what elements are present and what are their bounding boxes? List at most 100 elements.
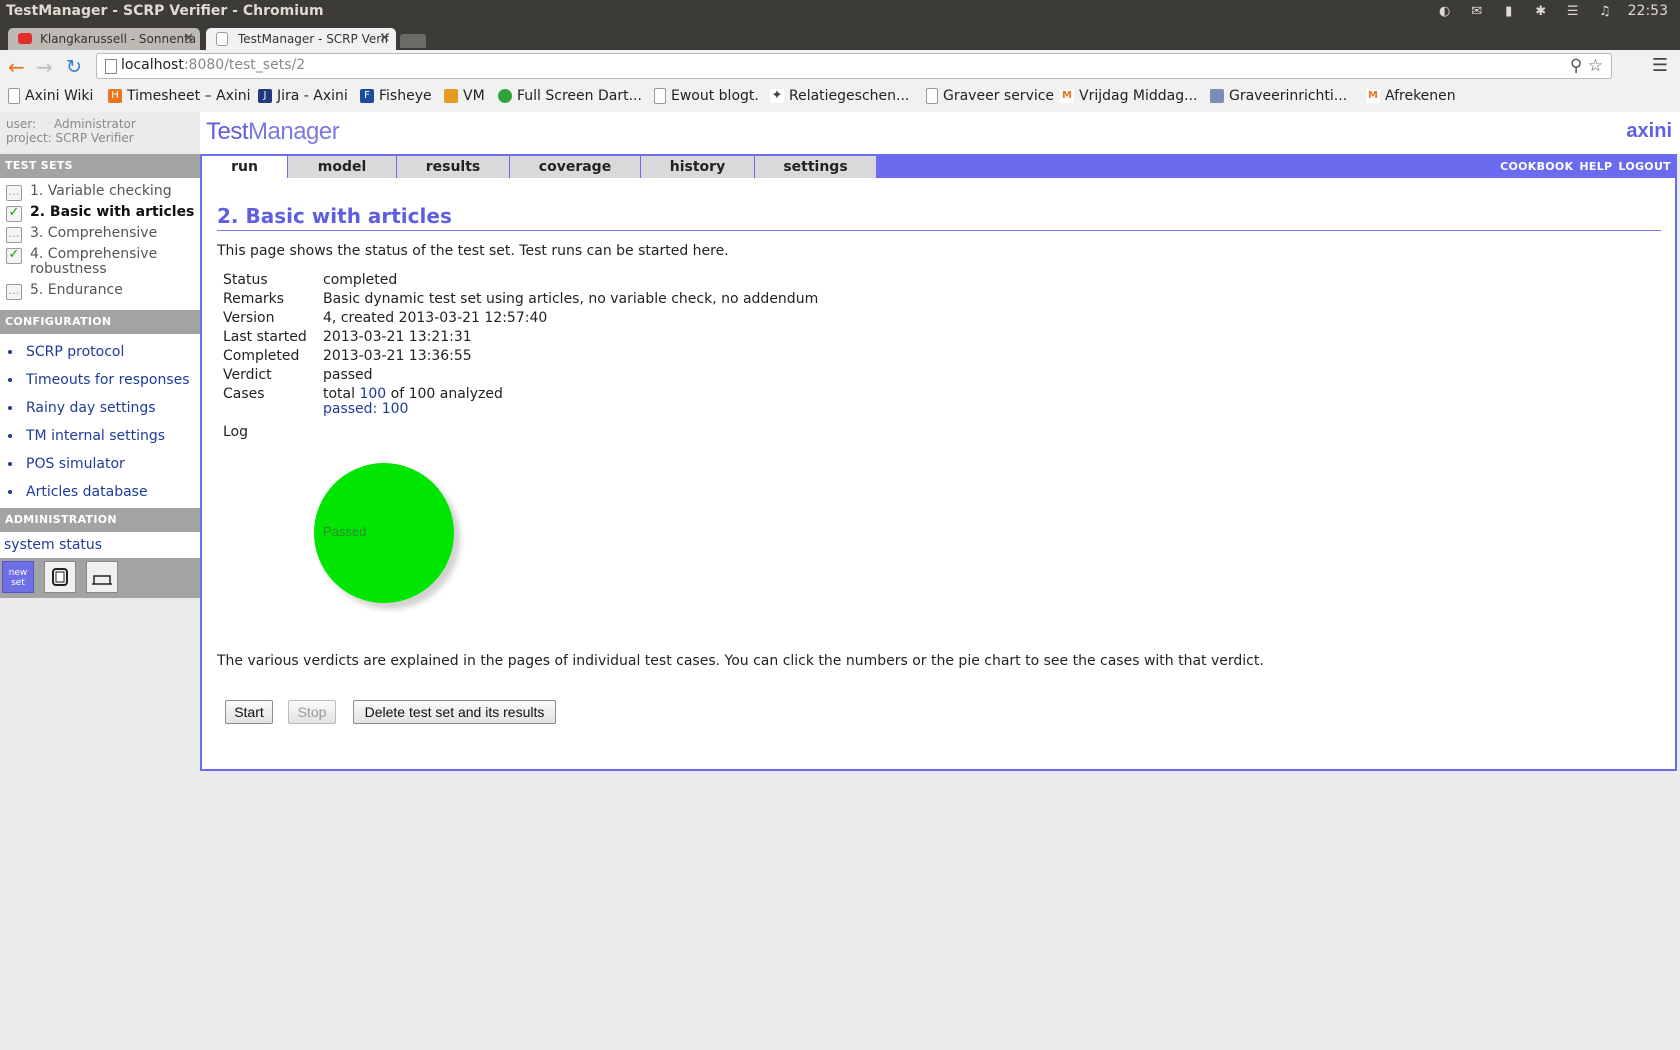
tab-run[interactable]: run <box>202 156 288 178</box>
tab-model[interactable]: model <box>288 156 397 178</box>
page-icon <box>654 88 666 104</box>
tab-title: TestManager - SCRP Verif <box>238 32 389 46</box>
config-link[interactable]: Articles database <box>0 478 200 506</box>
m-icon: M <box>1366 89 1380 103</box>
tray-icon <box>92 575 112 585</box>
help-link[interactable]: HELP <box>1579 160 1612 173</box>
bookmark-item[interactable]: VM <box>444 88 485 104</box>
page-icon <box>105 59 117 74</box>
verdict-note: The various verdicts are explained in th… <box>217 653 1264 669</box>
checkmark-icon: ✓ <box>6 206 22 222</box>
stop-button[interactable]: Stop <box>288 700 336 724</box>
tab-history[interactable]: history <box>641 156 755 178</box>
star-icon[interactable]: ☆ <box>1588 56 1603 76</box>
pending-icon: … <box>6 227 22 243</box>
wifi-icon[interactable]: ☰ <box>1564 4 1582 19</box>
bookmark-item[interactable]: Graveerinrichti... <box>1210 88 1347 104</box>
bookmark-item[interactable]: Axini Wiki <box>8 88 93 104</box>
sidebar-buttons: new set <box>0 558 200 598</box>
back-arrow-icon[interactable]: ← <box>8 55 25 79</box>
pending-icon: … <box>6 185 22 201</box>
test-sets-heading: TEST SETS <box>0 154 200 178</box>
bluetooth-icon[interactable]: ✱ <box>1532 4 1550 19</box>
bookmark-item[interactable]: ✦ Relatiegeschen... <box>770 88 909 104</box>
close-icon[interactable]: ✕ <box>183 28 194 50</box>
bookmark-item[interactable]: M Afrekenen <box>1366 88 1456 104</box>
reload-icon[interactable]: ↻ <box>66 55 82 79</box>
browser-tab-testmanager[interactable]: TestManager - SCRP Verif ✕ <box>206 28 396 50</box>
sync-icon[interactable]: ◐ <box>1436 4 1454 19</box>
url-text[interactable]: localhost:8080/test_sets/2 <box>121 57 305 73</box>
os-title-bar: TestManager - SCRP Verifier - Chromium ◐… <box>0 0 1680 25</box>
cases-passed-link[interactable]: passed: 100 <box>323 401 408 417</box>
browser-tab-youtube[interactable]: Klangkarussell - Sonnenta ✕ <box>8 28 200 50</box>
tab-results[interactable]: results <box>397 156 510 178</box>
battery-icon[interactable]: ▮ <box>1500 4 1518 19</box>
pie-slice-label: Passed <box>323 524 367 539</box>
jira-icon: J <box>258 89 272 103</box>
bookmark-item[interactable]: Full Screen Dart... <box>498 88 642 104</box>
close-icon[interactable]: ✕ <box>379 28 390 50</box>
user-info: user: Administrator project: SCRP Verifie… <box>6 117 136 145</box>
tab-settings[interactable]: settings <box>755 156 877 178</box>
page-title: 2. Basic with articles <box>217 182 1661 231</box>
verdict-pie-chart[interactable]: Passed <box>314 463 464 613</box>
bookmark-item[interactable]: Graveer service <box>926 88 1054 104</box>
logout-link[interactable]: LOGOUT <box>1618 160 1671 173</box>
pending-icon: … <box>6 284 22 300</box>
cases-total-link[interactable]: 100 <box>359 386 386 402</box>
forward-arrow-icon[interactable]: → <box>36 55 53 79</box>
cases-label: Cases <box>223 386 265 402</box>
bookmark-item[interactable]: J Jira - Axini <box>258 88 348 104</box>
mail-icon[interactable]: ✉ <box>1468 4 1486 19</box>
zoom-icon[interactable]: ⚲ <box>1570 56 1582 76</box>
test-set-item[interactable]: ✓ 2. Basic with articles <box>0 205 200 222</box>
bookmark-item[interactable]: F Fisheye <box>360 88 432 104</box>
intro-text: This page shows the status of the test s… <box>217 243 729 259</box>
start-button[interactable]: Start <box>225 700 273 724</box>
test-set-item[interactable]: … 3. Comprehensive <box>0 226 200 243</box>
administration-heading: ADMINISTRATION <box>0 508 200 532</box>
bookmark-item[interactable]: M Vrijdag Middag... <box>1060 88 1197 104</box>
fisheye-icon: F <box>360 89 374 103</box>
address-bar[interactable]: localhost:8080/test_sets/2 ⚲ ☆ <box>96 53 1612 79</box>
volume-icon[interactable]: ♫ <box>1596 4 1614 19</box>
test-set-item[interactable]: ✓ 4. Comprehensive robustness <box>0 247 200 277</box>
status-table: Status completed Remarks Basic dynamic tes… <box>217 271 824 442</box>
tab-title: Klangkarussell - Sonnenta <box>40 32 197 46</box>
page-icon <box>926 88 938 104</box>
top-links: COOKBOOK HELP LOGOUT <box>1494 156 1671 178</box>
new-set-button[interactable]: new set <box>2 561 34 593</box>
tab-coverage[interactable]: coverage <box>510 156 641 178</box>
copy-set-button[interactable] <box>44 561 76 593</box>
page-icon <box>8 88 20 104</box>
test-set-item[interactable]: … 5. Endurance <box>0 283 200 300</box>
bookmark-item[interactable]: Ewout blogt. <box>654 88 759 104</box>
configuration-heading: CONFIGURATION <box>0 310 200 334</box>
config-link[interactable]: Timeouts for responses <box>0 366 200 394</box>
bookmarks-bar: Axini Wiki H Timesheet – Axini J Jira - Ax… <box>0 84 1680 113</box>
clock[interactable]: 22:53 <box>1628 3 1668 19</box>
system-status-link[interactable]: system status <box>0 532 200 558</box>
checkmark-icon: ✓ <box>6 248 22 264</box>
window-title: TestManager - SCRP Verifier - Chromium <box>6 3 324 19</box>
cookbook-link[interactable]: COOKBOOK <box>1500 160 1573 173</box>
system-tray: ◐ ✉ ▮ ✱ ☰ ♫ 22:53 <box>1436 3 1668 19</box>
delete-test-set-button[interactable]: Delete test set and its results <box>353 700 556 724</box>
archive-set-button[interactable] <box>86 561 118 593</box>
axini-logo[interactable]: axini <box>1626 120 1672 143</box>
folder-icon <box>444 89 458 103</box>
new-tab-button[interactable] <box>400 34 426 48</box>
config-link[interactable]: POS simulator <box>0 450 200 478</box>
tab-strip: Klangkarussell - Sonnenta ✕ TestManager … <box>0 25 1680 50</box>
testmanager-logo[interactable]: TestManager <box>206 118 340 146</box>
status-label: Status <box>223 272 268 288</box>
config-link[interactable]: TM internal settings <box>0 422 200 450</box>
config-link[interactable]: SCRP protocol <box>0 338 200 366</box>
bookmark-item[interactable]: H Timesheet – Axini <box>108 88 251 104</box>
image-icon <box>1210 89 1224 103</box>
test-set-item[interactable]: … 1. Variable checking <box>0 184 200 201</box>
test-set-list: … 1. Variable checking ✓ 2. Basic with art… <box>0 178 200 310</box>
menu-icon[interactable]: ☰ <box>1652 55 1668 76</box>
config-link[interactable]: Rainy day settings <box>0 394 200 422</box>
